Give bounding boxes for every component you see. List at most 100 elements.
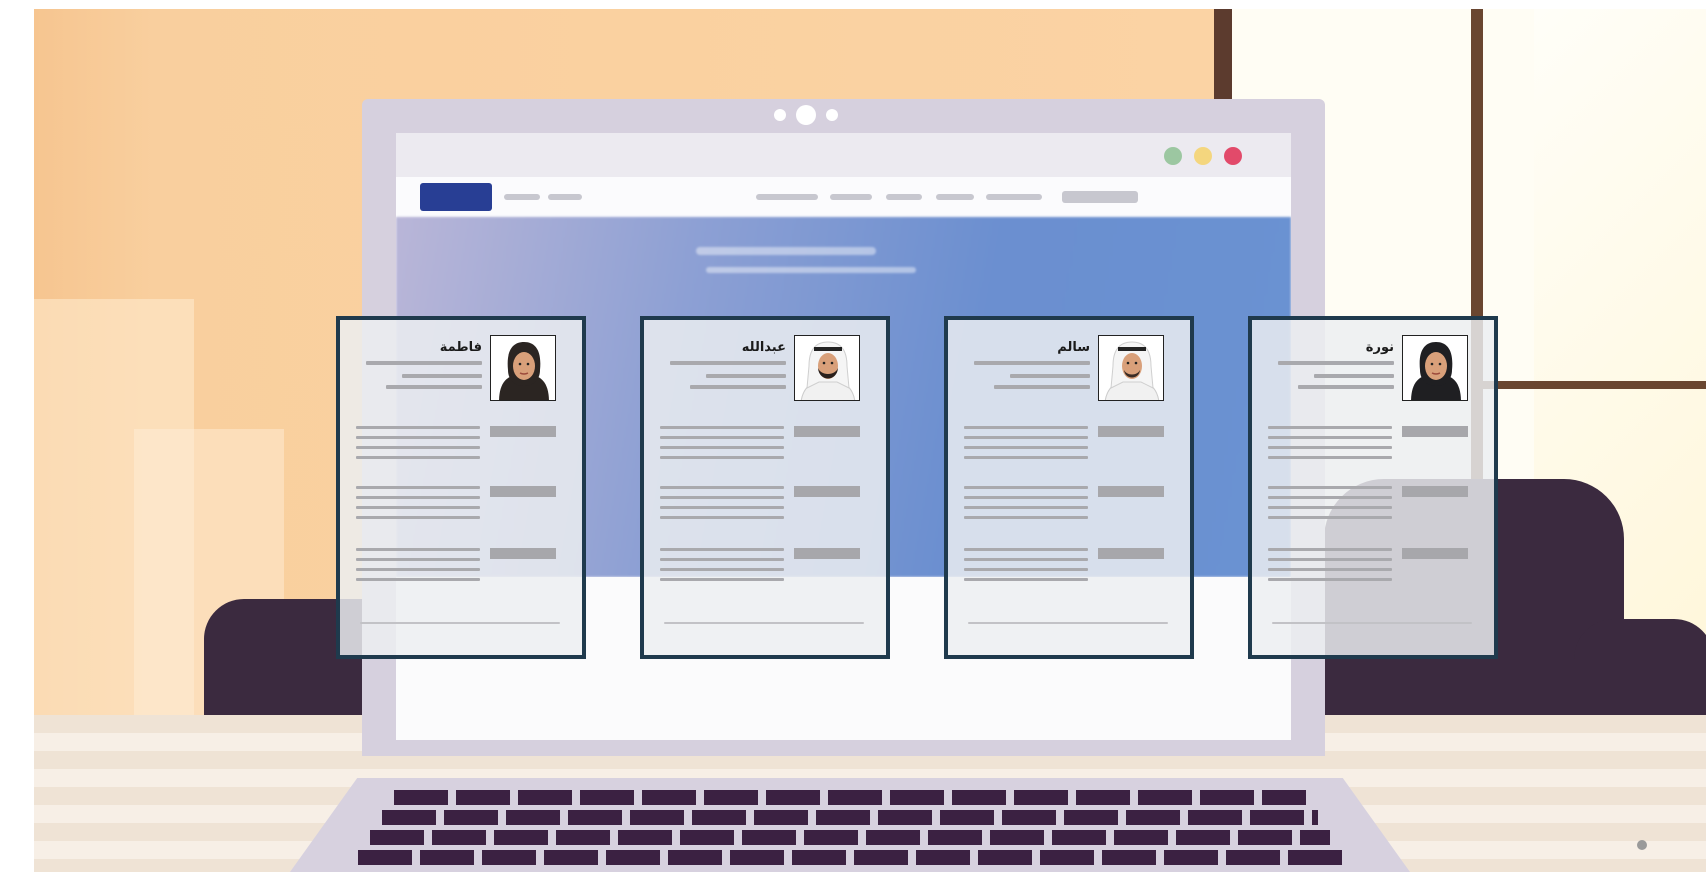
nav-item[interactable] (504, 194, 540, 200)
man-ghutra-avatar-icon (1098, 335, 1164, 401)
website-navbar (396, 177, 1291, 217)
profile-card[interactable]: عبدالله (640, 316, 890, 659)
nav-item[interactable] (936, 194, 974, 200)
text-line (1268, 578, 1392, 581)
footer-line (968, 622, 1168, 624)
key-row (370, 830, 1330, 845)
text-line (1268, 456, 1392, 459)
text-line (356, 496, 480, 499)
text-line (964, 496, 1088, 499)
text-line (660, 426, 784, 429)
hero-subtitle (706, 267, 916, 273)
text-line (356, 558, 480, 561)
text-line (660, 558, 784, 561)
window-frame (1471, 381, 1706, 389)
text-line (964, 506, 1088, 509)
profile-card[interactable]: فاطمة (336, 316, 586, 659)
text-line (670, 361, 786, 365)
text-line (356, 436, 480, 439)
close-dot-icon[interactable] (1224, 147, 1242, 165)
text-line (964, 568, 1088, 571)
nav-item[interactable] (548, 194, 582, 200)
text-line (356, 568, 480, 571)
nav-item[interactable] (886, 194, 922, 200)
text-line (1268, 516, 1392, 519)
text-line (660, 578, 784, 581)
profile-name: عبدالله (741, 340, 786, 355)
text-line (1268, 558, 1392, 561)
text-line (974, 361, 1090, 365)
profile-card[interactable]: سالم (944, 316, 1194, 659)
text-line (1268, 548, 1392, 551)
text-line (1268, 436, 1392, 439)
woman-avatar-icon (1402, 335, 1468, 401)
woman-avatar-icon (490, 335, 556, 401)
text-line (1268, 446, 1392, 449)
text-line (660, 496, 784, 499)
text-line (964, 516, 1088, 519)
section-heading (1402, 426, 1468, 437)
footer-line (664, 622, 864, 624)
section-heading (794, 486, 860, 497)
profile-name: فاطمة (439, 340, 482, 355)
text-line (356, 516, 480, 519)
section-heading (490, 426, 556, 437)
text-line (660, 568, 784, 571)
section-heading (490, 548, 556, 559)
text-line (1314, 374, 1394, 378)
section-heading (1098, 426, 1164, 437)
text-line (660, 516, 784, 519)
key-row (394, 790, 1306, 805)
text-line (356, 486, 480, 489)
footer-line (360, 622, 560, 624)
text-line (964, 578, 1088, 581)
footer-line (1272, 622, 1472, 624)
section-heading (794, 548, 860, 559)
text-line (1268, 568, 1392, 571)
maximize-dot-icon[interactable] (1194, 147, 1212, 165)
section-heading (1098, 486, 1164, 497)
text-line (402, 374, 482, 378)
text-line (660, 446, 784, 449)
text-line (1268, 496, 1392, 499)
text-line (964, 548, 1088, 551)
camera-dot (774, 109, 786, 121)
text-line (356, 506, 480, 509)
text-line (1268, 426, 1392, 429)
nav-item[interactable] (756, 194, 818, 200)
section-heading (490, 486, 556, 497)
text-line (994, 385, 1090, 389)
text-line (660, 436, 784, 439)
text-line (964, 558, 1088, 561)
key-row (382, 810, 1318, 825)
text-line (1278, 361, 1394, 365)
site-logo[interactable] (1062, 191, 1138, 203)
section-heading (794, 426, 860, 437)
laptop-keyboard (290, 778, 1410, 872)
nav-item[interactable] (986, 194, 1042, 200)
text-line (964, 446, 1088, 449)
text-line (356, 446, 480, 449)
text-line (964, 426, 1088, 429)
text-line (386, 385, 482, 389)
text-line (690, 385, 786, 389)
text-line (356, 426, 480, 429)
section-heading (1402, 548, 1468, 559)
text-line (660, 456, 784, 459)
section-heading (1098, 548, 1164, 559)
text-line (1010, 374, 1090, 378)
man-ghutra-avatar-icon (794, 335, 860, 401)
profile-name: نورة (1365, 340, 1394, 355)
profile-card[interactable]: نورة (1248, 316, 1498, 659)
text-line (1268, 506, 1392, 509)
nav-button[interactable] (420, 183, 492, 211)
text-line (1298, 385, 1394, 389)
text-line (964, 456, 1088, 459)
browser-titlebar (396, 133, 1291, 177)
minimize-dot-icon[interactable] (1164, 147, 1182, 165)
key-row (358, 850, 1342, 865)
illustration-scene: فاطمة عبدالله سالم نورة (0, 0, 1706, 872)
text-line (356, 578, 480, 581)
nav-item[interactable] (830, 194, 872, 200)
text-line (356, 456, 480, 459)
